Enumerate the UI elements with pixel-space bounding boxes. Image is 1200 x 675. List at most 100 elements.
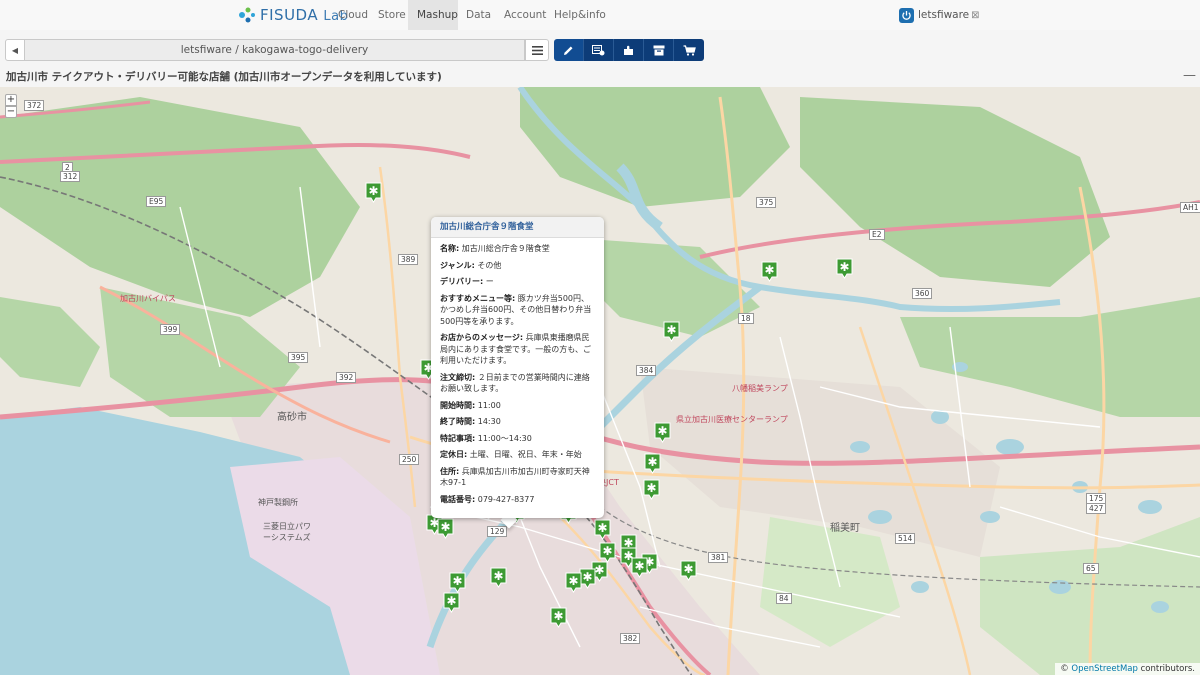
store-marker[interactable]: ✱ [654,422,671,443]
svg-text:✱: ✱ [446,594,456,608]
store-marker[interactable]: ✱ [550,607,567,628]
back-button[interactable]: ◀ [5,39,25,61]
svg-text:✱: ✱ [582,570,592,584]
route-shield: 65 [1083,563,1099,574]
popup-row: 住所: 兵庫県加古川市加古川町寺家町天神木97-1 [440,466,590,488]
logo-icon [239,7,255,23]
svg-text:✱: ✱ [666,323,676,337]
svg-text:✱: ✱ [647,455,657,469]
store-marker[interactable]: ✱ [565,572,582,593]
store-marker[interactable]: ✱ [643,479,660,500]
workspace-toolbar: ◀ letsfiware / kakogawa-togo-delivery [0,30,1200,66]
svg-text:✱: ✱ [493,569,503,583]
route-shield: AH1 [1180,202,1200,213]
nav-mashup[interactable]: Mashup [408,0,458,30]
caret-left-icon: ◀ [11,45,19,55]
route-shield: 392 [336,372,357,383]
popup-row: 名称: 加古川総合庁舎９階食堂 [440,244,550,253]
widget-titlebar: 加古川市 テイクアウト・デリバリー可能な店舗 (加古川市オープンデータを利用して… [0,66,1200,87]
widget-title: 加古川市 テイクアウト・デリバリー可能な店舗 (加古川市オープンデータを利用して… [6,71,442,83]
label-hospital-ramp: 県立加古川医療センターランプ [676,415,788,424]
nav-help[interactable]: Help&info [545,0,615,30]
svg-text:✱: ✱ [452,574,462,588]
wiring-button[interactable] [584,39,614,61]
label-hachiman: 八幡稲美ランプ [732,384,788,393]
external-icon: ⊠ [971,9,980,21]
popup-row: 電話番号: 079-427-8377 [440,494,535,504]
svg-text:✱: ✱ [568,574,578,588]
store-marker[interactable]: ✱ [594,519,611,540]
map-view[interactable]: + − 高砂市 稲美町 三菱日立パワーシステムズ 神戸製鋼所 加古川バイパス 加… [0,87,1200,675]
view-toolbar [554,39,704,61]
store-marker[interactable]: ✱ [644,453,661,474]
label-mhps: 三菱日立パワーシステムズ [263,522,311,542]
route-shield: 389 [398,254,419,265]
svg-text:✱: ✱ [602,544,612,558]
logo-main: FISUDA [260,6,319,24]
edit-icon [564,46,573,55]
store-marker[interactable]: ✱ [365,182,382,203]
workspace-menu-button[interactable] [525,39,549,61]
zoom-in-button[interactable]: + [5,94,17,106]
top-navbar: FISUDA Lab Cloud Store Mashup Data Accou… [0,0,1200,31]
store-marker[interactable]: ✱ [437,518,454,539]
archive-icon [653,45,664,55]
component-button[interactable] [614,39,644,61]
store-popup: 加古川総合庁舎９階食堂 名称: 加古川総合庁舎９階食堂 ジャンル: その他 デリ… [431,217,604,518]
wiring-icon [592,44,605,55]
route-shield: 399 [160,324,181,335]
store-marker[interactable]: ✱ [680,560,697,581]
route-shield: 372 [24,100,45,111]
store-marker[interactable]: ✱ [599,542,616,563]
minimize-icon[interactable]: — [1183,68,1196,83]
popup-row: デリバリー: ー [440,277,494,286]
svg-text:✱: ✱ [634,559,644,573]
label-takasago: 高砂市 [277,412,307,423]
svg-text:✱: ✱ [683,562,693,576]
popup-row: 特記事項: 11:00〜14:30 [440,433,532,443]
popup-title: 加古川総合庁舎９階食堂 [431,217,604,238]
popup-row: 注文締切: ２日前までの営業時間内に連絡お願い致します。 [440,372,590,394]
map-attribution: © OpenStreetMap contributors. [1055,663,1200,675]
store-marker[interactable]: ✱ [490,567,507,588]
svg-text:✱: ✱ [597,521,607,535]
store-marker[interactable]: ✱ [663,321,680,342]
route-shield: 384 [636,365,657,376]
store-marker[interactable]: ✱ [836,258,853,279]
popup-row: 開始時間: 11:00 [440,400,501,410]
route-shield: 382 [620,633,641,644]
route-shield: E2 [869,229,885,240]
store-button[interactable] [674,39,704,61]
label-kobe-works: 神戸製鋼所 [258,498,298,507]
store-marker[interactable]: ✱ [761,261,778,282]
popup-row: ジャンル: その他 [440,260,502,270]
osm-link[interactable]: OpenStreetMap [1071,664,1137,674]
svg-text:✱: ✱ [764,263,774,277]
label-inami: 稲美町 [830,523,860,534]
power-icon [899,7,914,23]
puzzle-icon [623,45,633,55]
workspace-path: letsfiware / kakogawa-togo-delivery [25,39,525,61]
svg-text:✱: ✱ [839,260,849,274]
svg-text:✱: ✱ [646,481,656,495]
user-menu[interactable]: letsfiware ⊠ [899,6,980,24]
edit-button[interactable] [554,39,584,61]
label-bypass: 加古川バイパス [120,294,176,303]
svg-text:✱: ✱ [553,609,563,623]
zoom-out-button[interactable]: − [5,106,17,118]
archive-button[interactable] [644,39,674,61]
popup-row: おすすめメニュー等: 豚カツ弁当500円、かつめし弁当600円、その他日替わり弁… [440,293,592,326]
nav-data[interactable]: Data [457,0,500,30]
route-shield: E95 [146,196,167,207]
store-marker[interactable]: ✱ [449,572,466,593]
popup-body: 名称: 加古川総合庁舎９階食堂 ジャンル: その他 デリバリー: ー おすすめメ… [431,238,604,505]
route-shield: 18 [738,313,754,324]
route-shield: 381 [708,552,729,563]
store-marker[interactable]: ✱ [443,592,460,613]
route-shield: 427 [1086,503,1107,514]
store-marker[interactable]: ✱ [631,557,648,578]
route-shield: 84 [776,593,792,604]
popup-row: お店からのメッセージ: 兵庫県東播磨県民局内にあります食堂です。一般の方も、ご利… [440,333,591,365]
cart-icon [683,44,696,56]
svg-text:✱: ✱ [440,520,450,534]
